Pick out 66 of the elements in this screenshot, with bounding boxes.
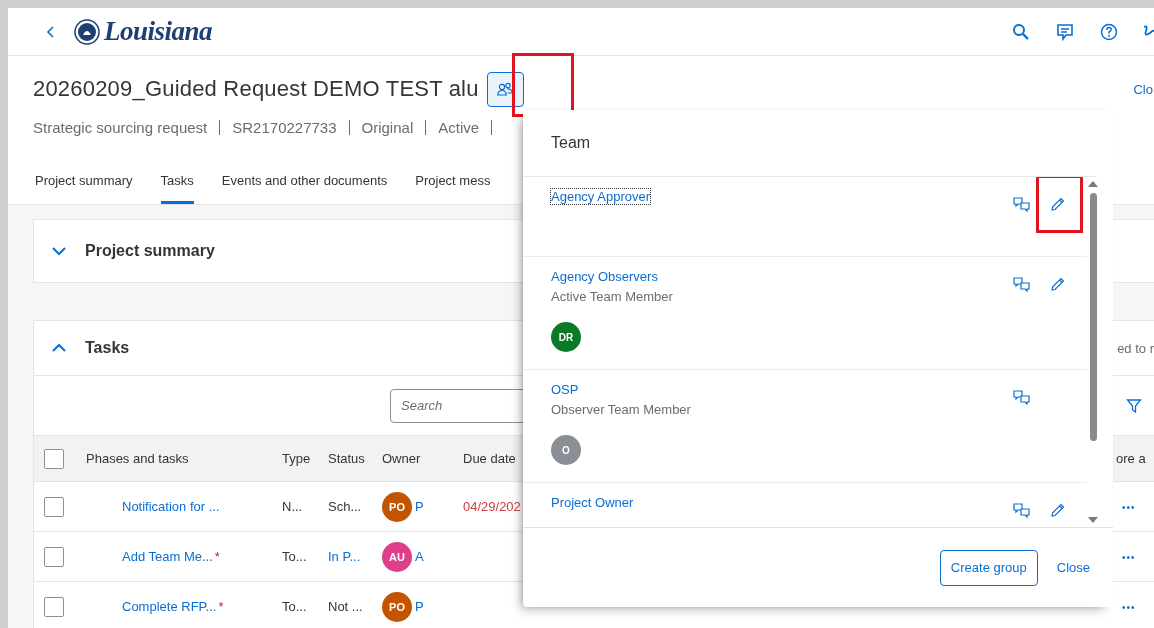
table-cell-text: To... xyxy=(282,599,308,614)
column-header: Type xyxy=(282,451,312,466)
avatar: PO xyxy=(382,591,412,622)
task-link[interactable]: Complete RFP... xyxy=(122,599,217,614)
project-title: 20260209_Guided Request DEMO TEST alu xyxy=(33,76,479,102)
tab[interactable]: Project mess xyxy=(415,163,505,204)
table-cell-text: N... xyxy=(282,499,304,514)
task-link[interactable]: Add Team Me... xyxy=(122,549,213,564)
feedback-icon[interactable] xyxy=(1056,22,1074,41)
project-meta-text: SR2170227733 xyxy=(232,119,337,136)
popover-title: Team xyxy=(551,134,591,152)
chat-icon[interactable] xyxy=(1013,390,1030,405)
row-checkbox[interactable] xyxy=(44,546,64,567)
more-actions-button[interactable]: ••• xyxy=(1108,602,1136,613)
column-header: Owner xyxy=(382,451,422,466)
chat-icon[interactable] xyxy=(1013,197,1030,212)
owner-link[interactable]: P xyxy=(415,599,424,614)
section-title: Project summary xyxy=(85,242,215,260)
state-seal-icon xyxy=(74,18,100,45)
collapse-icon[interactable] xyxy=(52,343,66,353)
chat-icon[interactable] xyxy=(1013,277,1030,292)
column-header: ore a xyxy=(1115,451,1147,466)
project-meta-text: Original xyxy=(361,119,414,136)
required-mark: * xyxy=(218,599,224,614)
chat-icon[interactable] xyxy=(1013,503,1030,518)
table-cell-text: Sch... xyxy=(328,499,363,514)
avatar: DR xyxy=(551,322,581,352)
help-icon[interactable] xyxy=(1100,22,1118,41)
section-title: Tasks xyxy=(85,339,130,357)
column-header: Status xyxy=(328,451,366,466)
status-link[interactable]: In P... xyxy=(328,549,361,564)
column-header: Phases and tasks xyxy=(86,451,190,466)
logo-text: Louisiana xyxy=(104,16,213,47)
expand-icon[interactable] xyxy=(52,246,66,256)
team-group-link[interactable]: Agency Observers xyxy=(551,269,658,284)
table-cell-text: Not ... xyxy=(328,599,364,614)
edit-icon[interactable] xyxy=(1050,197,1065,212)
edit-icon[interactable] xyxy=(1050,277,1065,292)
team-group-link[interactable]: Project Owner xyxy=(551,495,634,510)
filter-icon[interactable] xyxy=(1126,397,1142,414)
create-group-button[interactable]: Create group xyxy=(939,549,1038,586)
avatar: PO xyxy=(382,491,412,522)
table-cell-text: To... xyxy=(282,549,308,564)
tab[interactable]: Project summary xyxy=(35,163,147,204)
close-project-link[interactable]: Clo xyxy=(1133,81,1153,97)
search-icon[interactable] xyxy=(1012,22,1030,41)
avatar: AU xyxy=(382,541,412,572)
row-checkbox[interactable] xyxy=(44,596,64,617)
team-group-link[interactable]: Agency Approver xyxy=(551,189,650,204)
info-text: ed to r xyxy=(1117,340,1154,356)
owner-link[interactable]: A xyxy=(415,549,424,564)
project-meta-text: Strategic sourcing request xyxy=(33,119,208,136)
back-icon[interactable] xyxy=(46,24,56,39)
avatar: O xyxy=(551,435,581,465)
project-meta-text: Active xyxy=(438,119,480,136)
edit-icon[interactable] xyxy=(1050,503,1065,518)
people-icon xyxy=(497,82,514,96)
select-all-checkbox[interactable] xyxy=(44,448,64,469)
column-header: Due date xyxy=(463,451,517,466)
owner-link[interactable]: P xyxy=(415,499,424,514)
task-link[interactable]: Notification for ... xyxy=(122,499,220,514)
required-mark: * xyxy=(214,549,220,564)
due-date: 04/29/202 xyxy=(463,499,521,514)
tab[interactable]: Events and other documents xyxy=(221,163,402,204)
group-role-text: Active Team Member xyxy=(551,289,673,304)
row-checkbox[interactable] xyxy=(44,496,64,517)
